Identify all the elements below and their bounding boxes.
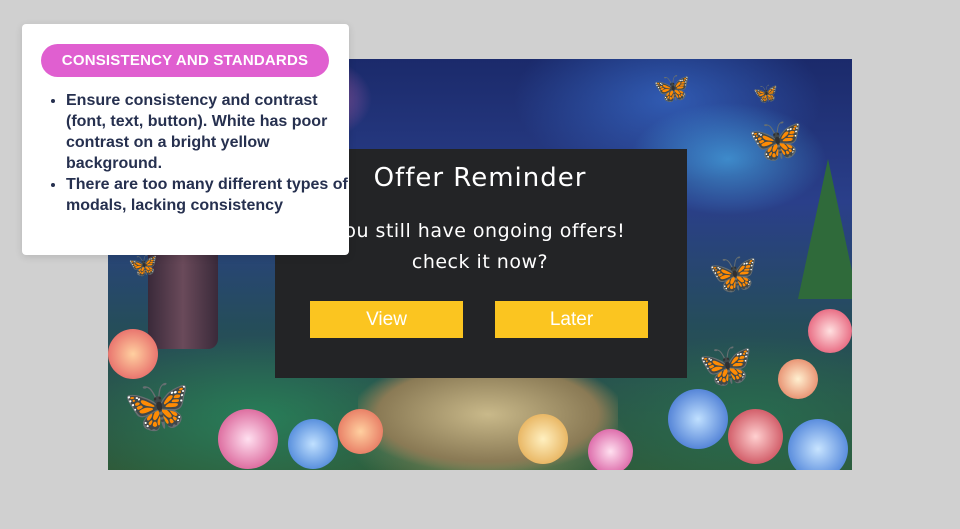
modal-message: You still have ongoing offers! check it … (334, 220, 626, 273)
flower (108, 329, 158, 379)
butterfly-icon: 🦋 (653, 72, 691, 105)
later-button[interactable]: Later (495, 301, 648, 338)
flower (588, 429, 633, 470)
butterfly-icon: 🦋 (698, 341, 753, 390)
view-button[interactable]: View (310, 301, 463, 338)
flower (808, 309, 852, 353)
annotation-notes: Ensure consistency and contrast (font, t… (46, 90, 356, 216)
annotation-note: There are too many different types of mo… (66, 174, 356, 216)
flower (788, 419, 848, 470)
butterfly-icon: 🦋 (753, 83, 778, 105)
flower (288, 419, 338, 469)
flower (778, 359, 818, 399)
flower (518, 414, 568, 464)
annotation-heading: CONSISTENCY AND STANDARDS (41, 44, 329, 77)
butterfly-icon: 🦋 (128, 252, 158, 279)
flower (728, 409, 783, 464)
flower (218, 409, 278, 469)
butterfly-icon: 🦋 (123, 376, 191, 436)
flower (668, 389, 728, 449)
butterfly-icon: 🦋 (748, 116, 803, 165)
flower (338, 409, 383, 454)
annotation-note: Ensure consistency and contrast (font, t… (66, 90, 356, 174)
butterfly-icon: 🦋 (708, 252, 758, 296)
